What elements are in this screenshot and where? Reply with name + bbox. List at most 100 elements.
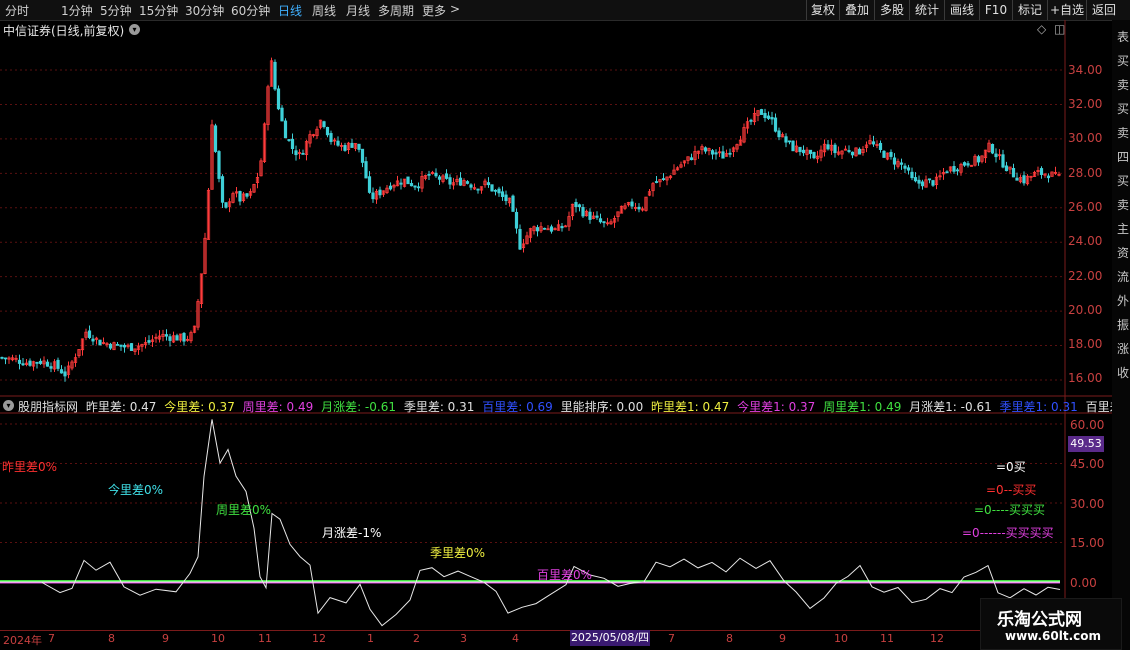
draw-line-button[interactable]: 画线 <box>944 0 979 20</box>
candle-body <box>437 176 442 180</box>
indicator-name[interactable]: 股朋指标网 <box>18 400 78 414</box>
side-tab[interactable]: 表 <box>1117 28 1129 45</box>
date-tick: 7 <box>48 632 55 645</box>
candle-body <box>812 152 816 159</box>
statistics-button[interactable]: 统计 <box>909 0 944 20</box>
side-tab[interactable]: 振 <box>1117 316 1129 333</box>
period-tab-monthly[interactable]: 月线 <box>346 2 370 19</box>
side-tab[interactable]: 四 <box>1117 148 1129 165</box>
candle-body <box>329 133 333 142</box>
candle-body <box>801 149 806 154</box>
candle-body <box>336 140 340 146</box>
candle-body <box>808 149 813 154</box>
candle-body <box>497 188 501 194</box>
candle-body <box>360 148 365 163</box>
candle-body <box>798 146 802 152</box>
candle-body <box>770 117 774 120</box>
top-toolbar: 分时 1分钟 5分钟 15分钟 30分钟 60分钟 日线 周线 月线 多周期 更… <box>0 0 1130 21</box>
candle-body <box>444 173 449 179</box>
period-tab-multi[interactable]: 多周期 <box>378 2 414 19</box>
multi-stock-button[interactable]: 多股 <box>874 0 909 20</box>
candle-body <box>63 371 67 377</box>
side-tab[interactable]: 资 <box>1117 244 1129 261</box>
date-tick: 9 <box>779 632 786 645</box>
f10-button[interactable]: F10 <box>979 0 1012 20</box>
candle-body <box>21 363 25 366</box>
candle-body <box>283 120 288 139</box>
date-tick: 10 <box>834 632 848 645</box>
side-tab[interactable]: 卖 <box>1117 76 1129 93</box>
candle-body <box>882 150 886 158</box>
candle-body <box>514 211 519 229</box>
candle-body <box>913 177 918 182</box>
candle-body <box>917 179 921 184</box>
side-tab[interactable]: 卖 <box>1117 196 1129 213</box>
candle-body <box>49 366 53 369</box>
side-tab[interactable]: 买 <box>1117 52 1129 69</box>
period-tab-fenshi[interactable]: 分时 <box>5 2 29 19</box>
candle-body <box>994 153 998 158</box>
candle-body <box>0 356 4 359</box>
candle-body <box>87 330 92 338</box>
candle-body <box>413 185 417 188</box>
indicator-value: 月涨差1: -0.61 <box>909 400 992 414</box>
candle-body <box>990 144 995 154</box>
period-tab-30min[interactable]: 30分钟 <box>185 2 224 19</box>
indicator-tick: 30.00 <box>1070 497 1105 511</box>
candle-body <box>542 227 547 230</box>
price-tick: 18.00 <box>1068 337 1103 351</box>
candle-body <box>17 359 22 364</box>
candle-body <box>595 215 599 218</box>
candle-body <box>952 166 956 172</box>
candle-body <box>703 147 708 152</box>
indicator-value: 周里差: 0.49 <box>242 400 314 414</box>
period-tab-1min[interactable]: 1分钟 <box>61 2 93 19</box>
candle-body <box>892 157 897 165</box>
period-tab-15min[interactable]: 15分钟 <box>139 2 178 19</box>
mark-button[interactable]: 标记 <box>1012 0 1047 20</box>
period-tab-5min[interactable]: 5分钟 <box>100 2 132 19</box>
candle-body <box>773 117 778 132</box>
add-watchlist-button[interactable]: +自选 <box>1047 0 1086 20</box>
period-tab-more[interactable]: 更多 <box>422 2 446 19</box>
candle-body <box>728 152 732 155</box>
candle-body <box>182 332 186 342</box>
chart-annotation: =0------买买买买 <box>962 526 1054 540</box>
side-tab[interactable]: 买 <box>1117 172 1129 189</box>
chevron-right-icon[interactable]: > <box>450 2 460 16</box>
period-tab-weekly[interactable]: 周线 <box>312 2 336 19</box>
back-button[interactable]: 返回 <box>1086 0 1121 20</box>
candle-body <box>476 188 480 191</box>
candle-body <box>878 142 883 150</box>
period-tab-daily[interactable]: 日线 <box>278 2 302 19</box>
side-tab[interactable]: 买 <box>1117 100 1129 117</box>
indicator-tick: 0.00 <box>1070 576 1097 590</box>
candle-body <box>35 361 39 364</box>
side-tab[interactable]: 涨 <box>1117 340 1129 357</box>
watermark-url: www.60lt.com <box>1005 629 1102 643</box>
indicator-menu-icon[interactable]: ▾ <box>3 400 14 411</box>
candle-body <box>710 150 715 155</box>
side-tab[interactable]: 外 <box>1117 292 1129 309</box>
indicator-tick: 45.00 <box>1070 457 1105 471</box>
date-tick: 11 <box>880 632 894 645</box>
candle-body <box>777 130 781 138</box>
candle-body <box>147 340 151 343</box>
side-tab[interactable]: 卖 <box>1117 124 1129 141</box>
indicator-value: 周里差1: 0.49 <box>823 400 902 414</box>
candle-body <box>549 226 554 232</box>
overlay-button[interactable]: 叠加 <box>839 0 874 20</box>
date-tick: 3 <box>460 632 467 645</box>
candle-body <box>168 336 172 341</box>
candle-body <box>661 178 666 181</box>
side-tab[interactable]: 主 <box>1117 220 1129 237</box>
candle-body <box>322 121 326 128</box>
side-tab[interactable]: 收 <box>1117 364 1129 381</box>
candle-body <box>367 176 372 193</box>
date-tick: 2 <box>413 632 420 645</box>
side-tab[interactable]: 流 <box>1117 268 1129 285</box>
candle-body <box>238 191 242 202</box>
candle-body <box>388 185 393 190</box>
period-tab-60min[interactable]: 60分钟 <box>231 2 270 19</box>
fuquan-button[interactable]: 复权 <box>806 0 839 20</box>
